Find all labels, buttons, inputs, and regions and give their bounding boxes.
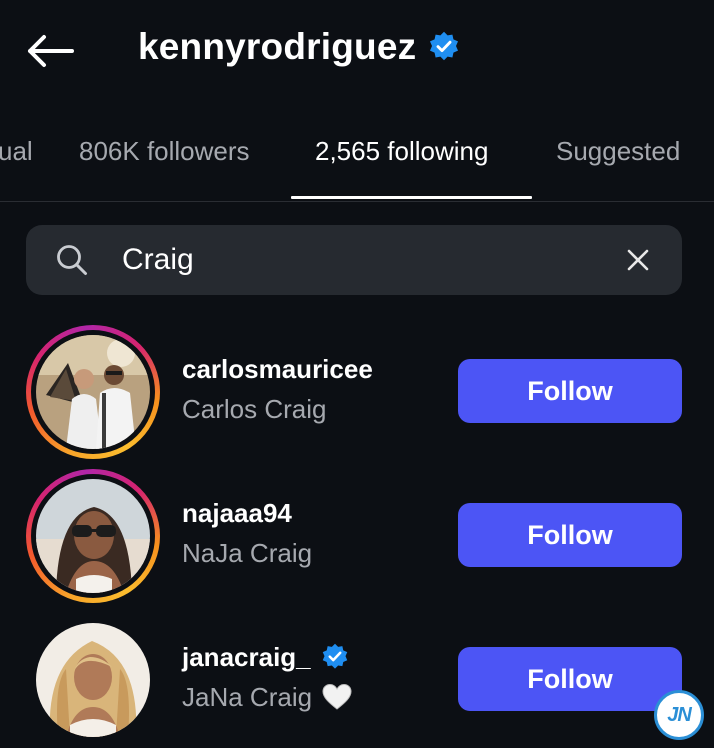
follow-button[interactable]: Follow	[458, 647, 682, 711]
profile-title: kennyrodriguez	[138, 26, 460, 68]
watermark-text: JN	[667, 703, 692, 726]
username: janacraig_	[182, 640, 352, 674]
user-info[interactable]: carlosmauricee Carlos Craig	[182, 352, 373, 426]
full-name: Carlos Craig	[182, 393, 327, 424]
white-heart-icon	[322, 683, 352, 710]
page-title: kennyrodriguez	[138, 26, 417, 67]
back-button[interactable]	[24, 28, 76, 74]
avatar	[36, 479, 150, 593]
avatar-photo	[36, 479, 150, 593]
close-icon[interactable]	[624, 246, 652, 274]
avatar[interactable]	[36, 623, 150, 737]
watermark-logo: JN	[654, 690, 704, 740]
tab-mutual[interactable]: ual	[0, 136, 33, 167]
active-tab-indicator	[291, 196, 532, 199]
header: kennyrodriguez	[0, 0, 714, 100]
list-item[interactable]: janacraig_ JaNa Craig Follow	[0, 610, 714, 748]
search-icon	[57, 245, 87, 275]
username-text: janacraig_	[182, 641, 311, 672]
username: carlosmauricee	[182, 353, 373, 384]
tab-bar: ual 806K followers 2,565 following Sugge…	[0, 120, 714, 202]
verified-badge-icon	[322, 643, 347, 669]
story-ring[interactable]	[26, 325, 160, 459]
user-info[interactable]: najaaa94 NaJa Craig	[182, 496, 312, 570]
follow-button[interactable]: Follow	[458, 503, 682, 567]
avatar	[36, 335, 150, 449]
avatar-photo	[36, 623, 150, 737]
story-ring[interactable]	[26, 469, 160, 603]
full-name: NaJa Craig	[182, 537, 313, 568]
username: najaaa94	[182, 497, 292, 528]
list-item[interactable]: najaaa94 NaJa Craig Follow	[0, 466, 714, 606]
full-name-text: JaNa Craig	[182, 681, 313, 712]
search-input[interactable]	[122, 225, 592, 295]
tab-suggested[interactable]: Suggested	[556, 136, 680, 167]
full-name: JaNa Craig	[182, 680, 352, 714]
list-item[interactable]: carlosmauricee Carlos Craig Follow	[0, 322, 714, 462]
verified-badge-icon	[430, 31, 459, 61]
avatar-photo	[36, 335, 150, 449]
arrow-left-icon	[28, 35, 74, 67]
follow-button[interactable]: Follow	[458, 359, 682, 423]
search-bar	[26, 225, 682, 295]
user-info[interactable]: janacraig_ JaNa Craig	[182, 640, 352, 714]
tab-followers[interactable]: 806K followers	[79, 136, 250, 167]
tab-following[interactable]: 2,565 following	[315, 136, 488, 167]
